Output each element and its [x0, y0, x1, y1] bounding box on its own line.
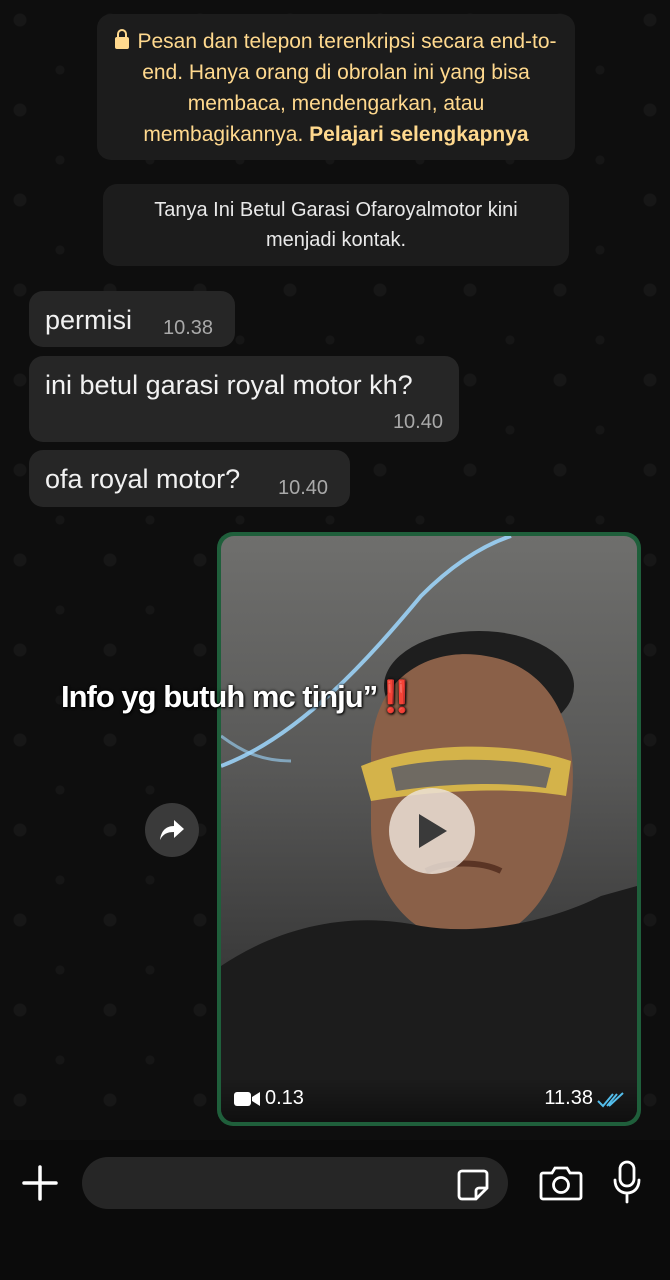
learn-more-link[interactable]: Pelajari selengkapnya — [309, 123, 528, 146]
overlay-caption-emphasis: ‼️ — [377, 679, 416, 714]
outgoing-video-message[interactable]: 0.13 11.38 — [217, 532, 641, 1126]
plus-icon[interactable] — [22, 1165, 58, 1201]
encryption-notice[interactable]: Pesan dan telepon terenkripsi secara end… — [97, 14, 575, 160]
video-footer: 0.13 11.38 — [221, 1078, 637, 1122]
overlay-caption-text: Info yg butuh mc tinju” — [61, 679, 378, 714]
video-camera-icon — [234, 1092, 260, 1106]
message-text: permisi — [45, 305, 133, 335]
message-time: 10.38 — [163, 317, 214, 339]
forward-button[interactable] — [145, 803, 199, 857]
message-text: ini betul garasi royal motor kh? — [45, 370, 413, 400]
message-input[interactable] — [82, 1157, 508, 1209]
video-duration: 0.13 — [265, 1087, 304, 1109]
message-time: 10.40 — [392, 411, 443, 433]
sticker-icon[interactable] — [456, 1168, 490, 1202]
message-text: ofa royal motor? — [45, 464, 241, 494]
contact-notice-text: Tanya Ini Betul Garasi Ofaroyalmotor kin… — [154, 199, 518, 251]
forward-icon — [160, 820, 184, 840]
incoming-message[interactable]: ini betul garasi royal motor kh? 10.40 — [29, 356, 459, 442]
message-time: 11.38 — [544, 1087, 593, 1109]
contact-added-notice: Tanya Ini Betul Garasi Ofaroyalmotor kin… — [103, 184, 569, 266]
message-time: 10.40 — [278, 477, 329, 499]
double-check-icon — [597, 1092, 624, 1108]
video-thumbnail[interactable]: 0.13 11.38 — [221, 536, 637, 1122]
overlay-caption: Info yg butuh mc tinju”‼️ — [61, 678, 416, 715]
play-button[interactable] — [389, 788, 475, 874]
camera-icon[interactable] — [539, 1164, 583, 1202]
incoming-message[interactable]: permisi 10.38 — [29, 291, 235, 347]
mic-icon[interactable] — [612, 1160, 642, 1204]
incoming-message[interactable]: ofa royal motor? 10.40 — [29, 450, 350, 507]
play-icon — [419, 814, 447, 848]
lock-icon — [115, 29, 130, 49]
